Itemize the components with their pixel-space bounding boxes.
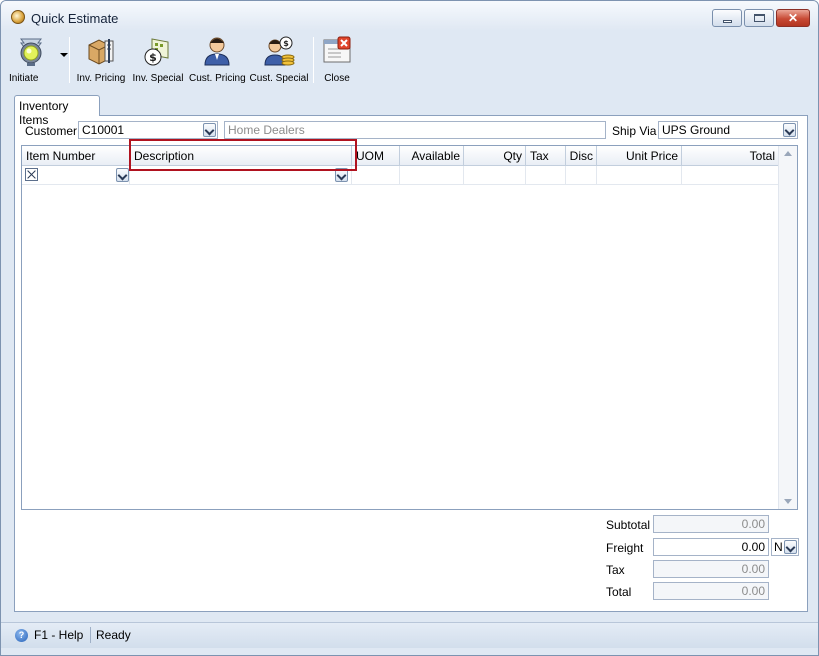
cell-unit-price[interactable] (597, 166, 682, 185)
total-label: Total (606, 585, 632, 599)
cell-available (400, 166, 464, 185)
cell-uom[interactable] (352, 166, 400, 185)
scroll-down-icon[interactable] (784, 499, 792, 504)
chevron-down-icon[interactable] (60, 53, 68, 57)
column-header-tax[interactable]: Tax (526, 146, 566, 166)
toolbar-separator (313, 37, 314, 83)
initiate-label: Initiate (9, 73, 39, 84)
column-header-total[interactable]: Total (682, 146, 778, 166)
total-field: 0.00 (653, 582, 769, 600)
tax-label: Tax (606, 563, 625, 577)
cell-item-number[interactable] (22, 166, 130, 185)
subtotal-field: 0.00 (653, 515, 769, 533)
customer-pricing-icon (204, 37, 230, 66)
ship-via-combo[interactable]: UPS Ground (658, 121, 798, 139)
inventory-items-grid: Item Number Description UOM Available Qt… (21, 145, 798, 510)
help-icon[interactable]: ? (15, 629, 28, 642)
cust-pricing-button[interactable]: Cust. Pricing (189, 35, 246, 87)
column-header-item-number[interactable]: Item Number (22, 146, 130, 166)
scroll-up-icon[interactable] (784, 151, 792, 156)
column-header-available[interactable]: Available (400, 146, 464, 166)
grid-vertical-scrollbar[interactable] (778, 146, 797, 509)
customer-value: C10001 (82, 123, 125, 137)
toolbar: Initiate Inv. Pricing $ Inv. Special Cus… (5, 31, 815, 89)
column-header-qty[interactable]: Qty (464, 146, 526, 166)
cust-special-button[interactable]: $ Cust. Special (249, 35, 309, 87)
svg-text:$: $ (283, 39, 289, 48)
quick-estimate-window: Quick Estimate ✕ Initiate Inv. Pricing $… (0, 0, 819, 656)
maximize-button[interactable] (744, 9, 774, 27)
status-bar: ? F1 - Help Ready (1, 622, 818, 648)
app-icon (11, 10, 25, 24)
ship-via-value: UPS Ground (662, 123, 731, 137)
window-title: Quick Estimate (31, 11, 119, 26)
close-window-button[interactable]: ✕ (776, 9, 810, 27)
inventory-pricing-icon (88, 39, 114, 65)
svg-text:$: $ (149, 51, 157, 64)
customer-special-icon: $ (264, 36, 295, 66)
cust-special-label: Cust. Special (249, 73, 309, 84)
chevron-down-icon[interactable] (784, 540, 797, 554)
cust-pricing-label: Cust. Pricing (189, 73, 246, 84)
status-text: Ready (96, 628, 131, 642)
delete-row-icon[interactable] (25, 168, 38, 181)
chevron-down-icon[interactable] (203, 123, 216, 137)
close-form-button[interactable]: Close (319, 35, 355, 87)
minimize-icon (723, 20, 732, 23)
initiate-button[interactable]: Initiate (9, 35, 68, 87)
ship-via-label: Ship Via (612, 124, 657, 138)
help-hint[interactable]: F1 - Help (34, 628, 83, 642)
column-header-uom[interactable]: UOM (352, 146, 400, 166)
cell-qty[interactable] (464, 166, 526, 185)
inv-special-label: Inv. Special (132, 73, 184, 84)
maximize-icon (754, 14, 765, 22)
tax-field: 0.00 (653, 560, 769, 578)
freight-option-combo[interactable]: N (771, 538, 799, 556)
chevron-down-icon[interactable] (116, 168, 129, 182)
inv-pricing-label: Inv. Pricing (76, 73, 126, 84)
close-icon: ✕ (787, 11, 799, 25)
customer-combo[interactable]: C10001 (78, 121, 218, 139)
status-separator (90, 627, 91, 643)
freight-field[interactable]: 0.00 (653, 538, 769, 556)
freight-option-value: N (774, 540, 783, 554)
inv-special-button[interactable]: $ Inv. Special (131, 35, 185, 87)
traffic-light-icon (20, 38, 42, 66)
title-bar: Quick Estimate ✕ (1, 1, 818, 31)
close-form-label: Close (324, 73, 350, 84)
column-header-unit-price[interactable]: Unit Price (597, 146, 682, 166)
cell-disc[interactable] (566, 166, 597, 185)
chevron-down-icon[interactable] (783, 123, 796, 137)
minimize-button[interactable] (712, 9, 742, 27)
inv-pricing-button[interactable]: Inv. Pricing (75, 35, 127, 87)
toolbar-separator (69, 37, 70, 83)
subtotal-label: Subtotal (606, 518, 651, 532)
tab-inventory-items[interactable]: Inventory Items (14, 95, 100, 127)
customer-name-field[interactable]: Home Dealers (224, 121, 606, 139)
inventory-special-icon: $ (144, 38, 169, 66)
close-form-icon (323, 36, 351, 63)
cell-total (682, 166, 778, 185)
cell-tax[interactable] (526, 166, 566, 185)
column-header-disc[interactable]: Disc (566, 146, 597, 166)
freight-label: Freight (606, 541, 644, 555)
description-column-highlight (129, 139, 357, 171)
